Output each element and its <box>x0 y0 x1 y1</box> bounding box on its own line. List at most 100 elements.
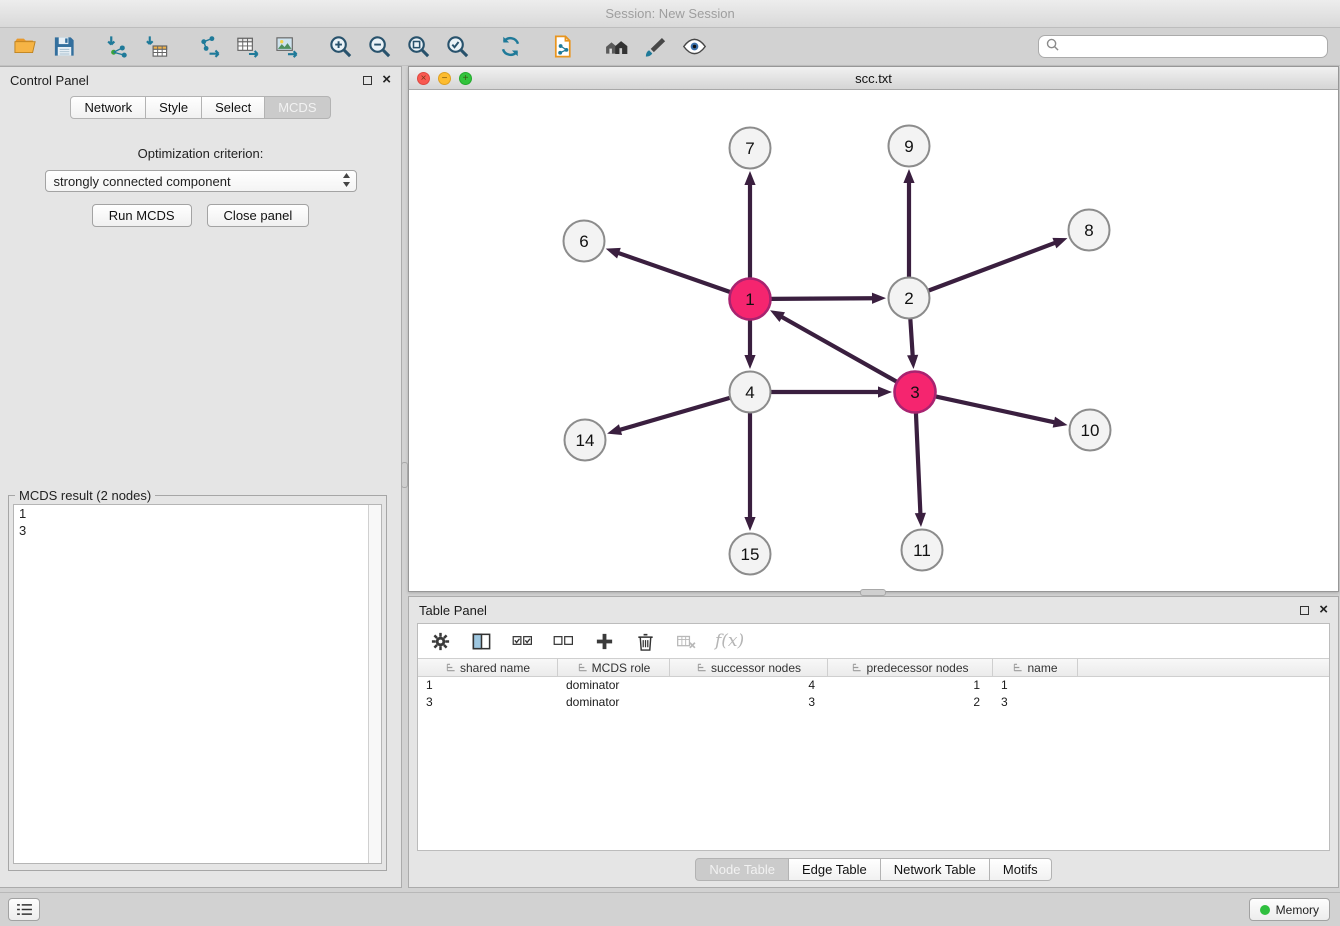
network-edge[interactable] <box>744 321 755 370</box>
network-edge[interactable] <box>936 397 1068 428</box>
function-builder-icon[interactable]: f(x) <box>715 629 744 653</box>
table-cell[interactable]: dominator <box>558 677 670 694</box>
zoom-window-icon[interactable]: + <box>459 72 472 85</box>
network-view-window: × − + scc.txt 7968124314101511 <box>408 66 1339 592</box>
result-list-scrollbar[interactable] <box>368 505 381 863</box>
table-cell[interactable]: 1 <box>828 677 993 694</box>
column-header[interactable]: shared name <box>418 659 558 676</box>
table-row[interactable]: 3dominator323 <box>418 694 1329 711</box>
add-column-icon[interactable] <box>592 629 616 653</box>
network-node[interactable]: 2 <box>889 278 930 319</box>
tab-motifs[interactable]: Motifs <box>990 858 1052 881</box>
tab-network-table[interactable]: Network Table <box>881 858 990 881</box>
network-node[interactable]: 3 <box>895 372 936 413</box>
criterion-dropdown[interactable]: strongly connected component <box>45 170 357 192</box>
network-node[interactable]: 11 <box>902 530 943 571</box>
show-columns-icon[interactable] <box>469 629 493 653</box>
run-mcds-button[interactable]: Run MCDS <box>92 204 192 227</box>
control-panel-float-icon[interactable] <box>363 76 372 85</box>
tab-mcds[interactable]: MCDS <box>265 96 330 119</box>
style-brush-icon[interactable] <box>642 34 668 60</box>
search-box[interactable] <box>1038 35 1328 58</box>
result-item[interactable]: 3 <box>14 522 381 539</box>
control-panel-close-icon[interactable]: × <box>382 74 391 86</box>
vertical-splitter-handle[interactable] <box>401 462 408 488</box>
edge-arrowhead <box>607 424 622 435</box>
network-edge[interactable] <box>903 169 914 277</box>
export-table-icon[interactable] <box>235 34 261 60</box>
minimize-window-icon[interactable]: − <box>438 72 451 85</box>
network-node[interactable]: 8 <box>1069 210 1110 251</box>
column-header[interactable]: MCDS role <box>558 659 670 676</box>
zoom-selected-icon[interactable] <box>444 34 470 60</box>
table-cell[interactable]: 4 <box>670 677 828 694</box>
tab-select[interactable]: Select <box>202 96 265 119</box>
zoom-in-icon[interactable] <box>327 34 353 60</box>
horizontal-splitter-handle[interactable] <box>860 589 886 596</box>
table-cell[interactable]: 3 <box>993 694 1078 711</box>
home-icon[interactable] <box>603 34 629 60</box>
memory-button[interactable]: Memory <box>1249 898 1330 921</box>
table-cell[interactable]: 3 <box>670 694 828 711</box>
tab-style[interactable]: Style <box>146 96 202 119</box>
network-edge[interactable] <box>606 248 730 292</box>
network-edge[interactable] <box>929 238 1067 291</box>
network-canvas[interactable]: 7 9 6 8 1 2 4 3 14 10 15 11 <box>409 90 1338 591</box>
network-node[interactable]: 1 <box>730 279 771 320</box>
column-header[interactable]: predecessor nodes <box>828 659 993 676</box>
zoom-fit-icon[interactable] <box>405 34 431 60</box>
tab-edge-table[interactable]: Edge Table <box>789 858 881 881</box>
export-image-icon[interactable] <box>274 34 300 60</box>
table-panel-close-icon[interactable]: × <box>1319 604 1328 616</box>
eye-icon[interactable] <box>681 34 707 60</box>
delete-column-trash-icon[interactable] <box>633 629 657 653</box>
table-settings-gear-icon[interactable] <box>428 629 452 653</box>
edge-arrowhead <box>606 248 621 259</box>
panel-menu-button[interactable] <box>8 898 40 921</box>
column-header[interactable]: name <box>993 659 1078 676</box>
network-node[interactable]: 9 <box>889 126 930 167</box>
table-cell[interactable]: 1 <box>993 677 1078 694</box>
select-all-icon[interactable] <box>510 629 534 653</box>
table-panel-header: Table Panel × <box>409 597 1338 623</box>
save-session-icon[interactable] <box>51 34 77 60</box>
import-network-icon[interactable] <box>104 34 130 60</box>
network-edge[interactable] <box>907 319 918 369</box>
delete-table-icon[interactable] <box>674 629 698 653</box>
network-node[interactable]: 14 <box>565 420 606 461</box>
network-node[interactable]: 7 <box>730 128 771 169</box>
network-node[interactable]: 4 <box>730 372 771 413</box>
network-edge[interactable] <box>607 398 729 435</box>
close-window-icon[interactable]: × <box>417 72 430 85</box>
table-cell[interactable]: 2 <box>828 694 993 711</box>
tab-network[interactable]: Network <box>70 96 146 119</box>
network-edge[interactable] <box>771 293 886 304</box>
zoom-out-icon[interactable] <box>366 34 392 60</box>
network-node[interactable]: 15 <box>730 534 771 575</box>
network-edge[interactable] <box>772 386 893 397</box>
new-network-from-selection-icon[interactable] <box>550 34 576 60</box>
table-cell[interactable]: 1 <box>418 677 558 694</box>
table-cell[interactable]: 3 <box>418 694 558 711</box>
table-row[interactable]: 1dominator411 <box>418 677 1329 694</box>
network-edge[interactable] <box>744 171 755 278</box>
open-session-icon[interactable] <box>12 34 38 60</box>
network-edge[interactable] <box>770 310 896 381</box>
apply-layout-icon[interactable] <box>497 34 523 60</box>
column-header[interactable]: successor nodes <box>670 659 828 676</box>
network-node[interactable]: 6 <box>564 221 605 262</box>
mcds-result-list[interactable]: 13 <box>13 504 382 864</box>
search-input[interactable] <box>1064 39 1320 54</box>
network-node[interactable]: 10 <box>1070 410 1111 451</box>
import-table-icon[interactable] <box>143 34 169 60</box>
table-cell[interactable]: dominator <box>558 694 670 711</box>
tab-node-table[interactable]: Node Table <box>695 858 789 881</box>
result-item[interactable]: 1 <box>14 505 381 522</box>
close-panel-button[interactable]: Close panel <box>207 204 310 227</box>
network-edge[interactable] <box>744 414 755 532</box>
toolbar-group <box>104 34 169 60</box>
export-network-icon[interactable] <box>196 34 222 60</box>
network-edge[interactable] <box>915 413 926 527</box>
deselect-all-icon[interactable] <box>551 629 575 653</box>
table-panel-float-icon[interactable] <box>1300 606 1309 615</box>
